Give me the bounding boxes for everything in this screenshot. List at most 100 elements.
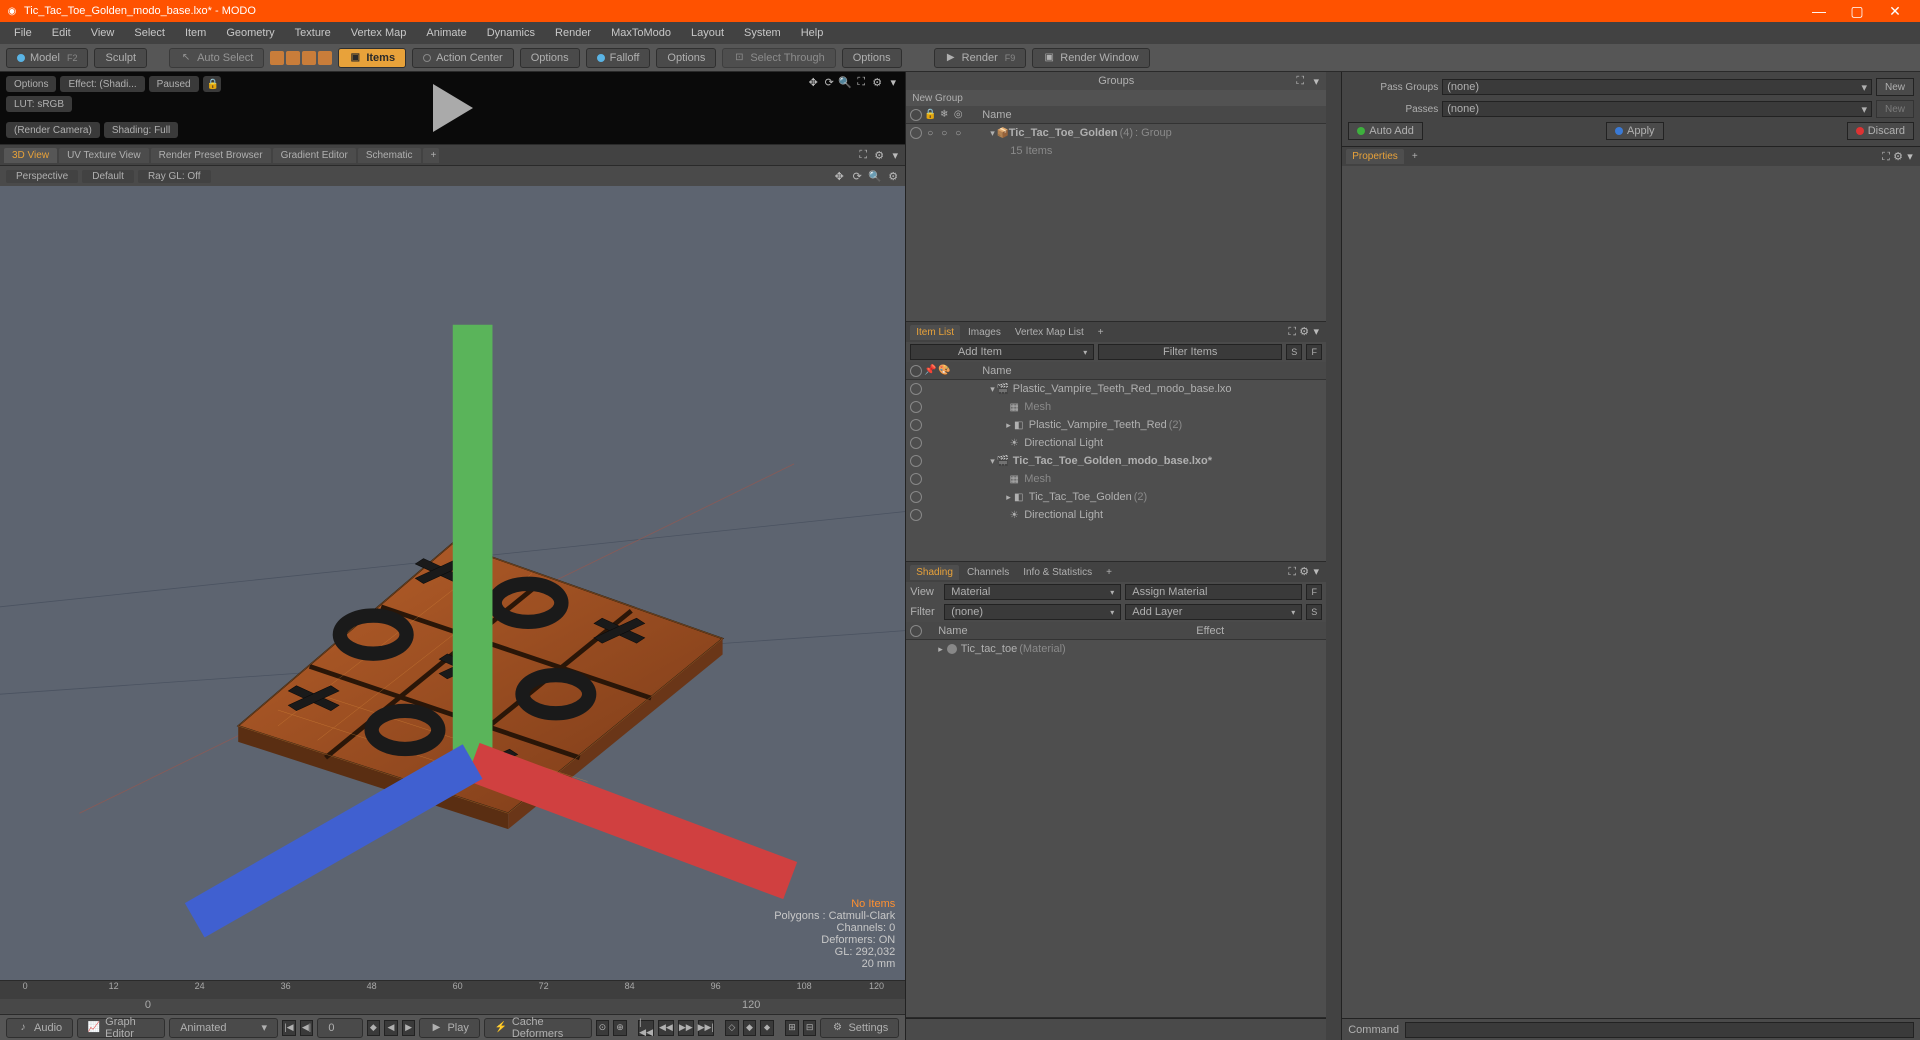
gear-icon[interactable]: ⚙: [871, 76, 883, 88]
play-button[interactable]: ▶Play: [419, 1018, 479, 1038]
item-row[interactable]: ▦Mesh: [906, 398, 1326, 416]
items-button[interactable]: ▣Items: [338, 48, 406, 68]
timeline[interactable]: 0 12 24 36 48 60 72 84 96 108 120 0 120: [0, 980, 905, 1014]
expand-icon[interactable]: ⛶: [1286, 327, 1298, 339]
tab-render-preset[interactable]: Render Preset Browser: [151, 148, 271, 163]
preview-options-button[interactable]: Options: [6, 76, 56, 92]
expand-icon[interactable]: ⛶: [1880, 151, 1892, 163]
edge-mode-button[interactable]: [286, 51, 300, 65]
view-material-dropdown[interactable]: Material▾: [944, 584, 1121, 600]
item-row[interactable]: ▸◧Plastic_Vampire_Teeth_Red(2): [906, 416, 1326, 434]
options-button-1[interactable]: Options: [520, 48, 580, 68]
menu-layout[interactable]: Layout: [681, 25, 734, 41]
skip-prev-button[interactable]: ◀◀: [658, 1020, 674, 1036]
new-pass-button[interactable]: New: [1876, 100, 1914, 118]
item-row[interactable]: ▾🎬Tic_Tac_Toe_Golden_modo_base.lxo*: [906, 452, 1326, 470]
freeze-icon[interactable]: ❄: [938, 109, 950, 121]
prev-frame-button[interactable]: ◀|: [300, 1020, 314, 1036]
graph-editor-button[interactable]: 📈Graph Editor: [77, 1018, 165, 1038]
viewport-3d[interactable]: No Items Polygons : Catmull-Clark Channe…: [0, 186, 905, 980]
apply-button[interactable]: Apply: [1606, 122, 1664, 140]
chevron-down-icon[interactable]: ▾: [889, 149, 901, 161]
options-button-3[interactable]: Options: [842, 48, 902, 68]
new-group-button[interactable]: New Group: [906, 90, 1326, 106]
menu-view[interactable]: View: [81, 25, 125, 41]
tab-info-stats[interactable]: Info & Statistics: [1017, 565, 1098, 580]
sculpt-button[interactable]: Sculpt: [94, 48, 147, 68]
menu-maxtomodo[interactable]: MaxToModo: [601, 25, 681, 41]
default-dropdown[interactable]: Default: [82, 170, 134, 183]
preview-shading-button[interactable]: Shading: Full: [104, 122, 178, 138]
axis-gizmo[interactable]: [20, 186, 905, 960]
move-icon[interactable]: ✥: [833, 170, 845, 182]
visibility-header-icon[interactable]: [910, 625, 922, 637]
filter-items-field[interactable]: Filter Items: [1098, 344, 1282, 360]
key-tool-2[interactable]: ◆: [743, 1020, 757, 1036]
item-row[interactable]: ▾🎬Plastic_Vampire_Teeth_Red_modo_base.lx…: [906, 380, 1326, 398]
solo-icon[interactable]: ◎: [952, 109, 964, 121]
color-icon[interactable]: 🎨: [938, 365, 950, 377]
cache-deformers-button[interactable]: ⚡Cache Deformers: [484, 1018, 592, 1038]
tab-item-list[interactable]: Item List: [910, 325, 960, 340]
visibility-toggle[interactable]: [910, 509, 922, 521]
pass-groups-dropdown[interactable]: (none)▾: [1442, 79, 1872, 95]
raygl-dropdown[interactable]: Ray GL: Off: [138, 170, 211, 183]
gear-icon[interactable]: ⚙: [1298, 326, 1310, 338]
render-button[interactable]: ▶RenderF9: [934, 48, 1027, 68]
tab-gradient[interactable]: Gradient Editor: [273, 148, 356, 163]
zoom-icon[interactable]: 🔍: [839, 76, 851, 88]
chevron-down-icon[interactable]: ▾: [1310, 566, 1322, 578]
visibility-header-icon[interactable]: [910, 109, 922, 121]
material-mode-button[interactable]: [318, 51, 332, 65]
tab-add[interactable]: +: [423, 148, 439, 163]
command-input[interactable]: [1405, 1022, 1914, 1038]
auto-select-button[interactable]: ↖Auto Select: [169, 48, 264, 68]
misc-tool-2[interactable]: ⊟: [803, 1020, 817, 1036]
new-pass-group-button[interactable]: New: [1876, 78, 1914, 96]
minimize-button[interactable]: —: [1800, 0, 1838, 22]
tool-btn-2[interactable]: ⊕: [613, 1020, 627, 1036]
chevron-down-icon[interactable]: ▾: [887, 76, 899, 88]
item-row[interactable]: ▦Mesh: [906, 470, 1326, 488]
menu-help[interactable]: Help: [791, 25, 834, 41]
visibility-header-icon[interactable]: [910, 365, 922, 377]
timeline-ruler[interactable]: 0 12 24 36 48 60 72 84 96 108 120: [0, 981, 905, 999]
preview-lut-button[interactable]: LUT: sRGB: [6, 96, 72, 112]
vertex-mode-button[interactable]: [270, 51, 284, 65]
filter-dropdown[interactable]: (none)▾: [944, 604, 1121, 620]
menu-animate[interactable]: Animate: [416, 25, 476, 41]
assign-material-button[interactable]: Assign Material: [1125, 584, 1302, 600]
lock-icon[interactable]: 🔒: [924, 109, 936, 121]
action-center-button[interactable]: Action Center: [412, 48, 514, 68]
play-back-button[interactable]: ◀: [384, 1020, 398, 1036]
menu-geometry[interactable]: Geometry: [216, 25, 284, 41]
passes-dropdown[interactable]: (none)▾: [1442, 101, 1872, 117]
item-row[interactable]: ☀Directional Light: [906, 434, 1326, 452]
render-window-button[interactable]: ▣Render Window: [1032, 48, 1149, 68]
key-tool-3[interactable]: ⬥: [760, 1020, 774, 1036]
preview-camera-button[interactable]: (Render Camera): [6, 122, 100, 138]
auto-add-button[interactable]: Auto Add: [1348, 122, 1423, 140]
group-item[interactable]: ○ ○ ○ ▾ 📦 Tic_Tac_Toe_Golden (4) : Group: [906, 124, 1326, 142]
discard-button[interactable]: Discard: [1847, 122, 1914, 140]
tab-channels[interactable]: Channels: [961, 565, 1015, 580]
gear-icon[interactable]: ⚙: [887, 170, 899, 182]
menu-item[interactable]: Item: [175, 25, 216, 41]
tab-vertex-map-list[interactable]: Vertex Map List: [1009, 325, 1090, 340]
falloff-button[interactable]: Falloff: [586, 48, 651, 68]
tab-properties[interactable]: Properties: [1346, 149, 1404, 164]
gear-icon[interactable]: ⚙: [1892, 150, 1904, 162]
visibility-toggle[interactable]: [910, 127, 922, 139]
animated-dropdown[interactable]: Animated▾: [169, 1018, 278, 1038]
expand-icon[interactable]: ⛶: [1294, 75, 1306, 87]
tab-uv-texture[interactable]: UV Texture View: [59, 148, 149, 163]
tab-schematic[interactable]: Schematic: [358, 148, 421, 163]
perspective-dropdown[interactable]: Perspective: [6, 170, 78, 183]
visibility-toggle[interactable]: [910, 473, 922, 485]
tool-btn-1[interactable]: ⊙: [596, 1020, 610, 1036]
maximize-view-icon[interactable]: ⛶: [857, 149, 869, 161]
menu-system[interactable]: System: [734, 25, 791, 41]
visibility-toggle[interactable]: [910, 437, 922, 449]
add-item-dropdown[interactable]: Add Item▾: [910, 344, 1094, 360]
chevron-down-icon[interactable]: ▾: [1904, 150, 1916, 162]
